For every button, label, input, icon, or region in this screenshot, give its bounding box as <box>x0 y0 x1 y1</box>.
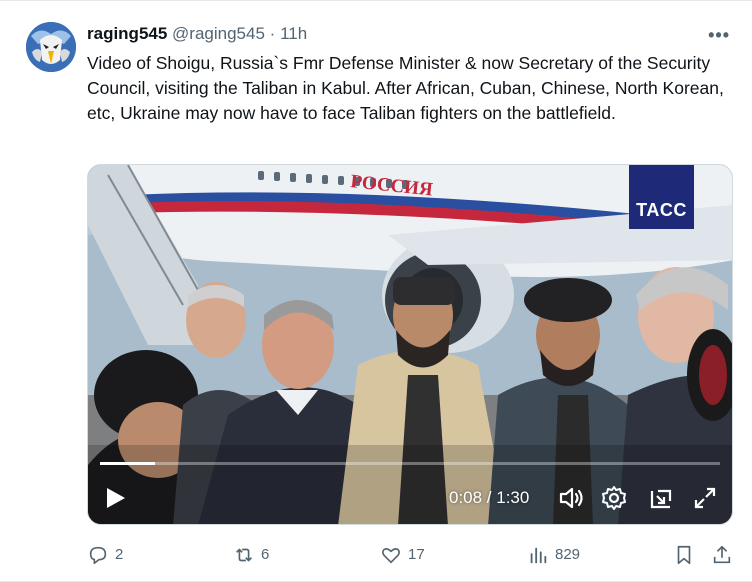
bar-chart-icon <box>530 547 547 564</box>
share-icon <box>713 545 731 564</box>
reply-count: 2 <box>115 546 124 563</box>
play-icon <box>107 488 125 508</box>
like-button[interactable]: 17 <box>380 541 425 569</box>
repost-icon <box>236 548 252 562</box>
reply-button[interactable]: 2 <box>87 541 123 569</box>
heart-icon <box>382 548 400 564</box>
video-progress-bar[interactable] <box>100 462 720 465</box>
views-button[interactable]: 829 <box>527 541 580 569</box>
eagle-avatar-icon <box>26 22 76 72</box>
repost-count: 6 <box>261 546 270 563</box>
tweet-actions: 2 6 17 829 <box>87 541 733 569</box>
avatar[interactable] <box>26 22 76 72</box>
tweet: raging545 @raging545 · 11h ••• Video of … <box>0 0 752 582</box>
user-handle[interactable]: @raging545 <box>172 24 265 43</box>
video-progress-fill <box>100 462 156 465</box>
tweet-text: Video of Shoigu, Russia`s Fmr Defense Mi… <box>87 53 724 123</box>
tass-logo: TACC <box>629 165 694 229</box>
like-count: 17 <box>408 546 425 563</box>
fullscreen-button[interactable] <box>690 483 720 513</box>
reply-icon <box>89 546 107 565</box>
picture-in-picture-button[interactable] <box>646 483 676 513</box>
repost-button[interactable]: 6 <box>233 541 269 569</box>
bookmark-icon <box>677 545 691 565</box>
more-options-button[interactable]: ••• <box>708 25 730 46</box>
share-button[interactable] <box>711 541 739 569</box>
video-timecode: 0:08 / 1:30 <box>449 488 530 507</box>
timestamp[interactable]: 11h <box>280 24 307 43</box>
gear-icon <box>602 486 626 510</box>
speaker-icon <box>559 487 583 509</box>
play-button[interactable] <box>100 483 130 513</box>
settings-button[interactable] <box>599 483 629 513</box>
bookmark-button[interactable] <box>673 541 701 569</box>
separator-dot: · <box>269 24 276 43</box>
volume-button[interactable] <box>556 483 586 513</box>
display-name[interactable]: raging545 <box>87 24 167 43</box>
view-count: 829 <box>555 546 581 563</box>
video-player[interactable]: РОССИЯ TACC 0:08 / 1:30 <box>87 164 733 525</box>
pip-icon <box>650 489 672 509</box>
expand-icon <box>694 487 716 509</box>
tweet-header: raging545 @raging545 · 11h <box>87 23 307 45</box>
